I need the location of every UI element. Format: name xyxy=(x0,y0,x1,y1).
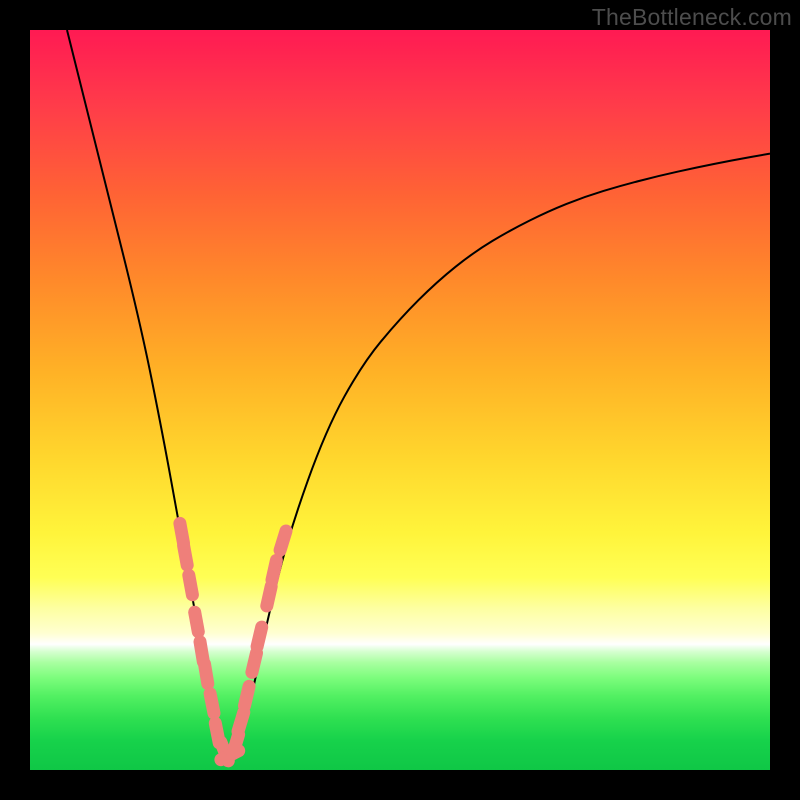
marker-pill xyxy=(210,694,214,714)
highlight-markers xyxy=(180,523,286,760)
bottleneck-curve xyxy=(67,30,770,766)
marker-pill xyxy=(195,612,199,632)
chart-svg xyxy=(30,30,770,770)
marker-pill xyxy=(280,531,286,550)
marker-pill xyxy=(238,712,244,731)
marker-pill xyxy=(189,575,193,595)
marker-pill xyxy=(272,560,276,580)
marker-pill xyxy=(267,586,271,606)
marker-pill xyxy=(205,664,208,684)
curve-line xyxy=(67,30,770,766)
marker-pill xyxy=(252,653,257,672)
chart-frame: TheBottleneck.com xyxy=(0,0,800,800)
marker-pill xyxy=(245,686,250,705)
watermark-text: TheBottleneck.com xyxy=(592,4,792,31)
plot-area xyxy=(30,30,770,770)
marker-pill xyxy=(257,627,262,646)
marker-pill xyxy=(184,546,188,566)
